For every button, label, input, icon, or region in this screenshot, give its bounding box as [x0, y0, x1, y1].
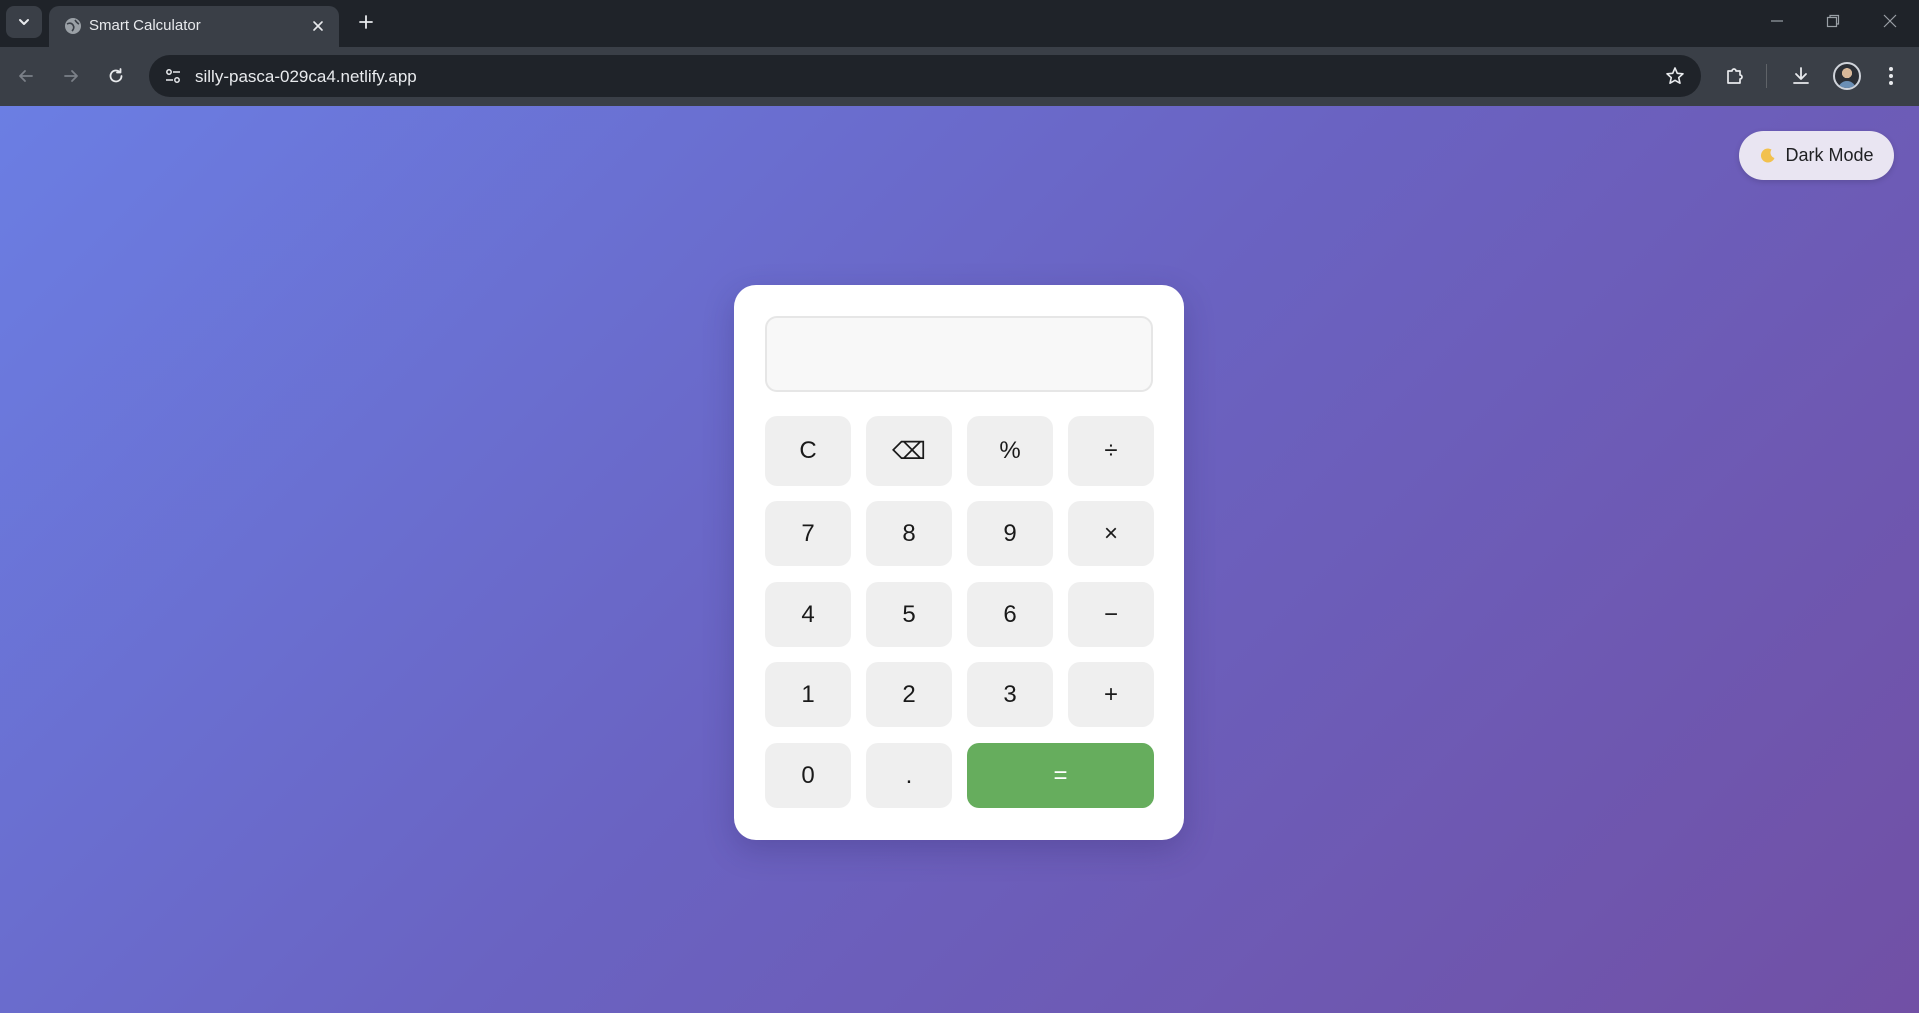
tab-close-button[interactable]	[307, 15, 329, 37]
tune-icon	[166, 69, 180, 83]
back-arrow-icon	[19, 70, 33, 82]
minimize-icon	[1771, 20, 1783, 22]
toolbar-separator	[1766, 64, 1767, 88]
digit-7-button[interactable]: 7	[765, 501, 851, 566]
digit-8-button[interactable]: 8	[866, 501, 952, 566]
minimize-button[interactable]	[1749, 0, 1805, 42]
digit-9-button[interactable]: 9	[967, 501, 1053, 566]
digit-6-button[interactable]: 6	[967, 582, 1053, 647]
digit-2-button[interactable]: 2	[866, 662, 952, 727]
downloads-button[interactable]	[1786, 61, 1816, 91]
dark-mode-label: Dark Mode	[1785, 145, 1874, 165]
divide-button[interactable]: ÷	[1068, 416, 1154, 486]
digit-5-button[interactable]: 5	[866, 582, 952, 647]
puzzle-icon	[1727, 68, 1743, 84]
forward-button[interactable]	[55, 60, 87, 92]
digit-0-button[interactable]: 0	[765, 743, 851, 808]
forward-arrow-icon	[64, 70, 78, 82]
back-button[interactable]	[10, 60, 42, 92]
restore-button[interactable]	[1805, 0, 1861, 42]
close-window-button[interactable]	[1862, 0, 1918, 42]
page-background: Dark Mode C ⌫ % ÷ 7 8 9 × 4 5 6 − 1 2 3 …	[0, 106, 1919, 1013]
globe-icon	[65, 18, 81, 34]
digit-3-button[interactable]: 3	[967, 662, 1053, 727]
bookmark-button[interactable]	[1663, 64, 1687, 88]
browser-tabstrip: Smart Calculator	[0, 0, 1919, 47]
multiply-button[interactable]: ×	[1068, 501, 1154, 566]
site-info-button[interactable]	[157, 60, 189, 92]
calculator-card: C ⌫ % ÷ 7 8 9 × 4 5 6 − 1 2 3 + 0 . =	[734, 285, 1184, 840]
plus-icon	[359, 15, 373, 29]
calculator-display[interactable]	[765, 316, 1153, 392]
tab-search-button[interactable]	[6, 6, 42, 38]
download-icon	[1793, 67, 1809, 84]
backspace-button[interactable]: ⌫	[866, 416, 952, 486]
browser-tab[interactable]: Smart Calculator	[49, 6, 339, 47]
close-icon	[1883, 14, 1897, 28]
tab-title: Smart Calculator	[89, 17, 201, 34]
new-tab-button[interactable]	[352, 8, 380, 36]
url-text: silly-pasca-029ca4.netlify.app	[195, 67, 417, 86]
reload-icon	[109, 68, 123, 83]
digit-1-button[interactable]: 1	[765, 662, 851, 727]
digit-4-button[interactable]: 4	[765, 582, 851, 647]
extensions-button[interactable]	[1720, 61, 1750, 91]
browser-toolbar: silly-pasca-029ca4.netlify.app	[0, 47, 1919, 106]
percent-button[interactable]: %	[967, 416, 1053, 486]
address-bar[interactable]: silly-pasca-029ca4.netlify.app	[149, 55, 1701, 97]
dark-mode-toggle[interactable]: Dark Mode	[1739, 131, 1894, 180]
restore-icon	[1826, 14, 1840, 28]
clear-button[interactable]: C	[765, 416, 851, 486]
chevron-down-icon	[19, 19, 29, 25]
close-icon	[313, 21, 323, 31]
decimal-button[interactable]: .	[866, 743, 952, 808]
more-vert-icon	[1889, 67, 1893, 85]
profile-avatar[interactable]	[1833, 62, 1861, 90]
subtract-button[interactable]: −	[1068, 582, 1154, 647]
star-icon	[1666, 67, 1684, 84]
add-button[interactable]: +	[1068, 662, 1154, 727]
moon-icon	[1761, 148, 1775, 163]
browser-menu-button[interactable]	[1876, 61, 1906, 91]
equals-button[interactable]: =	[967, 743, 1154, 808]
reload-button[interactable]	[100, 60, 132, 92]
